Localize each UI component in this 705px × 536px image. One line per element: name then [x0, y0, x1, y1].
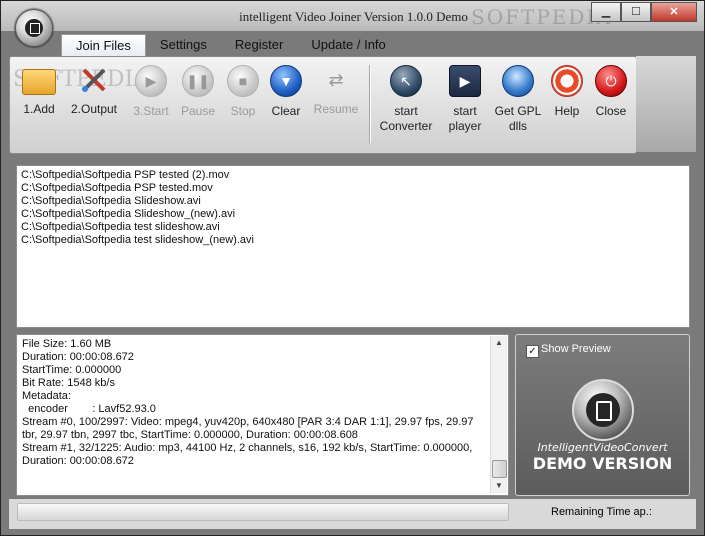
progress-bar: [17, 503, 509, 521]
output-button-label: 2.Output: [70, 102, 118, 116]
folder-open-icon: [22, 69, 56, 95]
clear-button-label: Clear: [271, 104, 301, 118]
resume-button-label: Resume: [313, 102, 359, 116]
info-line: StartTime: 0.000000: [22, 364, 122, 376]
close-button[interactable]: ⏻ Close: [583, 63, 639, 119]
app-window: SOFTPEDIA intelligent Video Joiner Versi…: [0, 0, 705, 536]
brand-name: IntelligentVideoConvert: [537, 441, 668, 454]
start-player-button[interactable]: ▶ start player: [437, 63, 493, 134]
tab-update-info[interactable]: Update / Info: [297, 34, 399, 56]
eject-icon: ▼: [270, 65, 302, 97]
info-line: File Size: 1.60 MB: [22, 338, 112, 350]
play-icon: ▶: [135, 65, 167, 97]
info-line: Metadata:: [22, 390, 71, 402]
lifebuoy-icon: [551, 65, 583, 97]
file-info-panel[interactable]: File Size: 1.60 MB Duration: 00:00:08.67…: [16, 334, 509, 496]
show-preview-checkbox[interactable]: ✓: [526, 345, 539, 358]
film-icon: ▶: [449, 65, 481, 97]
scroll-thumb[interactable]: [492, 460, 507, 478]
info-line: encoder : Lavf52.93.0: [22, 403, 156, 415]
tab-join-files[interactable]: Join Files: [61, 34, 146, 57]
info-scrollbar[interactable]: ▲ ▼: [490, 336, 507, 493]
maximize-button[interactable]: ☐: [621, 2, 651, 22]
start-player-label: start player: [448, 104, 482, 133]
info-line: Stream #1, 32/1225: Audio: mp3, 44100 Hz…: [22, 442, 473, 454]
demo-version-label: DEMO VERSION: [532, 454, 673, 473]
globe-icon: [502, 65, 534, 97]
start-converter-label: start Converter: [379, 104, 433, 133]
brand-logo-icon: [572, 379, 634, 441]
clear-button[interactable]: ▼ Clear: [258, 63, 314, 119]
remaining-time-label: Remaining Time ap.:: [551, 506, 652, 518]
tab-settings[interactable]: Settings: [146, 34, 221, 56]
info-line: Duration: 00:00:08.672: [22, 351, 134, 363]
toolbar-separator: [369, 65, 371, 143]
scroll-up-icon[interactable]: ▲: [491, 336, 507, 350]
add-button-label: 1.Add: [23, 102, 55, 116]
info-line: tbr, 29.97 tbn, 2997 tbc, StartTime: 0.0…: [22, 429, 358, 441]
list-item[interactable]: C:\Softpedia\Softpedia Slideshow.avi: [17, 195, 689, 208]
app-logo-icon: [25, 19, 43, 37]
info-line: Bit Rate: 1548 kb/s: [22, 377, 115, 389]
get-gpl-dlls-label: Get GPL dlls: [494, 104, 542, 133]
list-item[interactable]: C:\Softpedia\Softpedia test slideshow_(n…: [17, 234, 689, 247]
tab-bar: Join Files Settings Register Update / In…: [61, 34, 400, 57]
title-bar: SOFTPEDIA intelligent Video Joiner Versi…: [1, 1, 704, 31]
minimize-button[interactable]: ▁: [591, 2, 621, 22]
pause-icon: ❚❚: [182, 65, 214, 97]
info-line: Stream #0, 100/2997: Video: mpeg4, yuv42…: [22, 416, 474, 428]
show-preview-label: Show Preview: [541, 343, 611, 355]
close-window-button[interactable]: ✕: [651, 2, 697, 22]
list-item[interactable]: C:\Softpedia\Softpedia Slideshow_(new).a…: [17, 208, 689, 221]
get-gpl-dlls-button[interactable]: Get GPL dlls: [490, 63, 546, 134]
file-list[interactable]: C:\Softpedia\Softpedia PSP tested (2).mo…: [16, 165, 690, 328]
info-line: Duration: 00:00:08.672: [22, 455, 134, 467]
file-info-text: File Size: 1.60 MB Duration: 00:00:08.67…: [22, 338, 488, 468]
resume-button[interactable]: ⇄ Resume: [308, 63, 364, 117]
list-item[interactable]: C:\Softpedia\Softpedia PSP tested.mov: [17, 182, 689, 195]
tab-register[interactable]: Register: [221, 34, 297, 56]
list-item[interactable]: C:\Softpedia\Softpedia PSP tested (2).mo…: [17, 169, 689, 182]
add-button[interactable]: 1.Add: [11, 63, 67, 117]
resume-arrows-icon: ⇄: [328, 69, 344, 90]
ribbon-background: [636, 56, 696, 152]
stop-icon: ■: [227, 65, 259, 97]
app-menu-button[interactable]: [15, 9, 53, 47]
list-item[interactable]: C:\Softpedia\Softpedia test slideshow.av…: [17, 221, 689, 234]
start-converter-button[interactable]: ↖ start Converter: [378, 63, 434, 134]
power-icon: ⏻: [595, 65, 627, 97]
preview-panel: ✓ Show Preview IntelligentVideoConvert D…: [515, 334, 690, 496]
arrow-up-left-icon: ↖: [390, 65, 422, 97]
scroll-down-icon[interactable]: ▼: [491, 479, 507, 493]
output-button[interactable]: 2.Output: [66, 63, 122, 117]
tools-icon: [79, 65, 109, 95]
close-button-label: Close: [595, 104, 627, 118]
caption-buttons: ▁ ☐ ✕: [591, 2, 697, 22]
